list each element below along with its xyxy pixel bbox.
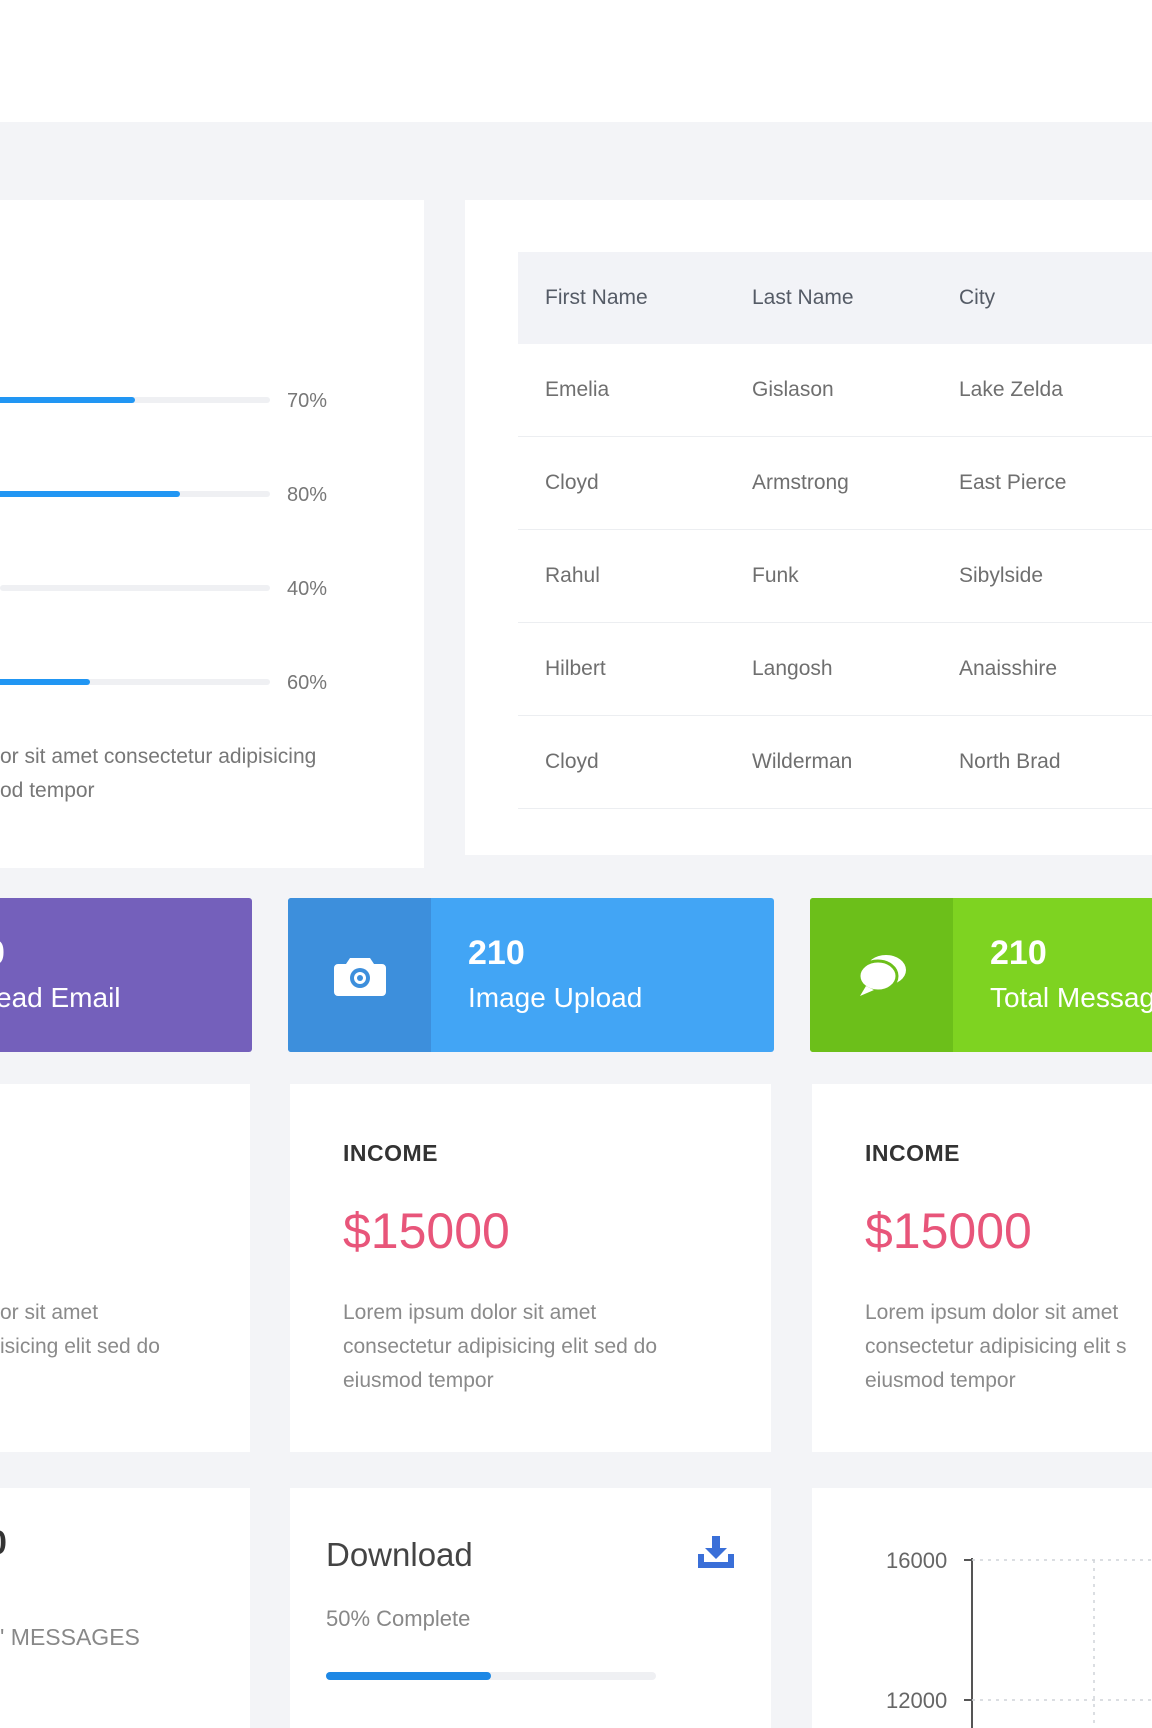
progress-percent: 40% — [287, 578, 328, 600]
stat-number: 0 — [0, 934, 5, 973]
income-amount: $15000 — [865, 1203, 1032, 1259]
messages-card: 0 ' MESSAGES — [0, 1488, 250, 1728]
table-row[interactable]: Hilbert Langosh Anaisshire — [518, 623, 1152, 716]
cell-city: Sibylside — [959, 564, 1044, 587]
column-header-first-name[interactable]: First Name — [518, 286, 752, 310]
download-title: Download — [326, 1536, 473, 1573]
cell-last-name: Armstrong — [752, 471, 849, 494]
income-title: INCOME — [865, 1140, 960, 1166]
income-amount: $15000 — [343, 1203, 510, 1259]
stat-number: 210 — [468, 934, 525, 972]
download-progress-track — [326, 1672, 656, 1680]
table-row[interactable]: Emelia Gislason Lake Zelda — [518, 344, 1152, 437]
stat-icon-box — [810, 898, 953, 1052]
progress-fill — [0, 679, 90, 685]
top-header — [0, 0, 1152, 122]
income-card: INCOME $15000 Lorem ipsum dolor sit amet… — [290, 1084, 771, 1452]
progress-description: or sit amet consectetur adipisicing od t… — [0, 745, 317, 802]
stat-label: Image Upload — [468, 982, 643, 1013]
progress-row: 80% — [0, 480, 380, 510]
cell-city: Anaisshire — [959, 657, 1058, 680]
table-row[interactable]: Rahul Funk Sibylside — [518, 530, 1152, 623]
cell-first-name: Hilbert — [545, 657, 606, 680]
progress-row: 70% — [0, 386, 380, 416]
download-status: 50% Complete — [326, 1606, 471, 1631]
column-header-last-name[interactable]: Last Name — [752, 286, 959, 310]
progress-row: 40% — [0, 574, 380, 604]
table-row[interactable]: Cloyd Wilderman North Brad — [518, 716, 1152, 809]
cell-first-name: Rahul — [545, 564, 600, 587]
stat-box-email[interactable]: 0 ead Email — [0, 898, 252, 1052]
download-icon[interactable] — [696, 1536, 736, 1570]
stat-box-image-upload[interactable]: 210 Image Upload — [288, 898, 774, 1052]
cell-first-name: Cloyd — [545, 750, 599, 773]
chart-card: 16000 12000 — [812, 1488, 1152, 1728]
stat-box-messages[interactable]: 210 Total Messag — [810, 898, 1152, 1052]
chat-icon — [857, 955, 906, 996]
stat-label: Total Messag — [990, 982, 1152, 1013]
progress-percent: 60% — [287, 672, 328, 694]
progress-fill — [0, 491, 180, 497]
camera-icon — [333, 958, 386, 996]
progress-percent: 80% — [287, 484, 328, 506]
cell-last-name: Wilderman — [752, 750, 853, 773]
income-description: or sit amet isicing elit sed do — [0, 1301, 160, 1358]
progress-percent: 70% — [287, 390, 328, 412]
income-card-left: or sit amet isicing elit sed do — [0, 1084, 250, 1452]
progress-track — [0, 491, 270, 497]
download-progress-fill — [326, 1672, 491, 1680]
progress-card: 70% 80% 40% 60% or sit amet consectetur … — [0, 200, 424, 868]
messages-label: ' MESSAGES — [0, 1624, 140, 1650]
table-header: First Name Last Name City — [518, 252, 1152, 344]
progress-track — [0, 585, 270, 591]
messages-number: 0 — [0, 1524, 7, 1563]
mini-line-chart — [964, 1558, 1152, 1728]
cell-city: North Brad — [959, 750, 1061, 773]
income-title: INCOME — [343, 1140, 438, 1166]
progress-row: 60% — [0, 668, 380, 698]
income-description: Lorem ipsum dolor sit amet consectetur a… — [343, 1301, 658, 1392]
cell-first-name: Emelia — [545, 378, 610, 401]
y-tick-label: 12000 — [886, 1688, 948, 1713]
cell-city: Lake Zelda — [959, 378, 1063, 401]
progress-fill — [0, 397, 135, 403]
stat-number: 210 — [990, 934, 1047, 972]
cell-last-name: Langosh — [752, 657, 833, 680]
cell-last-name: Gislason — [752, 378, 834, 401]
data-table: First Name Last Name City Emelia Gislaso… — [518, 252, 1152, 809]
progress-track — [0, 397, 270, 403]
table-row[interactable]: Cloyd Armstrong East Pierce — [518, 437, 1152, 530]
cell-first-name: Cloyd — [545, 471, 599, 494]
income-card: INCOME $15000 Lorem ipsum dolor sit amet… — [812, 1084, 1152, 1452]
y-tick-label: 16000 — [886, 1548, 948, 1573]
download-card: Download 50% Complete — [290, 1488, 771, 1728]
cell-last-name: Funk — [752, 564, 799, 587]
stat-icon-box — [288, 898, 431, 1052]
column-header-city[interactable]: City — [959, 286, 1152, 310]
cell-city: East Pierce — [959, 471, 1067, 494]
progress-track — [0, 679, 270, 685]
income-description: Lorem ipsum dolor sit amet consectetur a… — [865, 1301, 1127, 1392]
stat-label: ead Email — [0, 982, 121, 1013]
